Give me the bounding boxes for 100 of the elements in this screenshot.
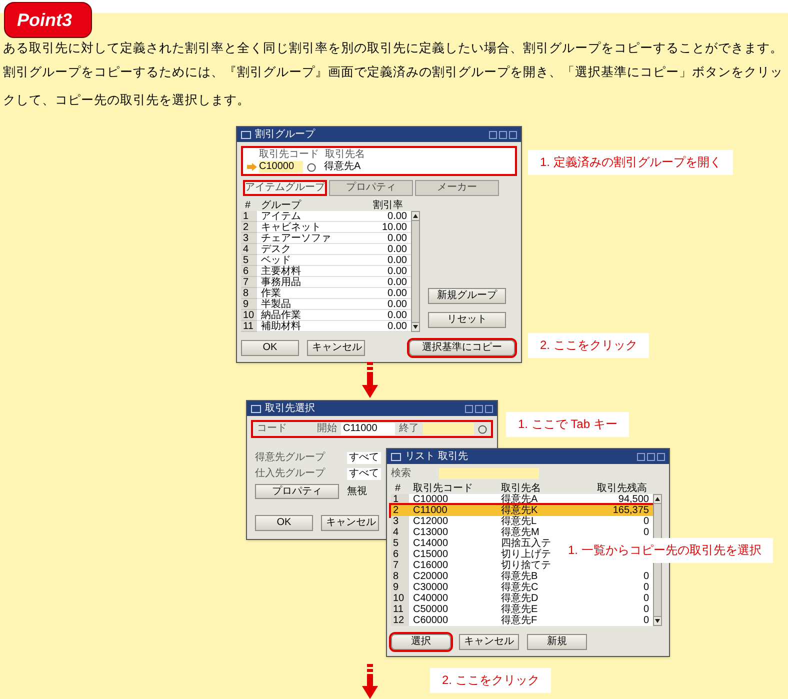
table-cell: キャビネット xyxy=(257,222,369,233)
table-cell: 0.00 xyxy=(369,266,411,277)
table-cell: 0.00 xyxy=(369,255,411,266)
field-label: 検索 xyxy=(391,468,412,479)
row-number: 4 xyxy=(241,244,257,255)
table-cell-text: C13000 xyxy=(412,527,450,538)
table-cell: 0 xyxy=(643,604,649,615)
table-cell: 半製品 xyxy=(257,299,369,310)
column-header: 取引先名 xyxy=(500,483,542,494)
row-number: 6 xyxy=(241,266,257,277)
table-cell: 得意先F xyxy=(501,615,538,626)
row-number: 1 xyxy=(241,211,257,222)
table-cell: 0 xyxy=(643,571,649,582)
field-label: コード xyxy=(257,423,288,435)
row-number: 9 xyxy=(391,582,409,593)
row-number: 4 xyxy=(391,527,409,538)
table-cell-text: C60000 xyxy=(412,615,450,626)
row-number: 2 xyxy=(392,505,400,516)
table-cell-text: C40000 xyxy=(412,593,450,604)
table-cell-text: C50000 xyxy=(412,604,450,615)
row-number: 5 xyxy=(241,255,257,266)
table-cell: 0.00 xyxy=(369,299,411,310)
row-number: 7 xyxy=(241,277,257,288)
table-cell: 0 xyxy=(643,593,649,604)
row-number: 11 xyxy=(391,604,409,615)
callout-tooltip: 1. ここで Tab キー xyxy=(506,412,630,437)
table-cell-text: C12000 xyxy=(412,516,450,527)
field-label: 取引先コード xyxy=(258,149,320,161)
table-cell-text: C20000 xyxy=(412,571,450,582)
row-number: 10 xyxy=(241,310,257,321)
field-label: 取引先名 xyxy=(325,149,365,160)
row-number: 6 xyxy=(391,549,409,560)
row-number: 8 xyxy=(391,571,409,582)
table-cell: 得意先B xyxy=(501,571,538,582)
field-label: 仕入先グループ xyxy=(255,468,326,480)
table-cell-text: C30000 xyxy=(412,582,450,593)
table-cell: 補助材料 xyxy=(257,321,369,332)
window-title: 割引グループ xyxy=(255,128,315,141)
row-number: 3 xyxy=(241,233,257,244)
table-cell: 納品作業 xyxy=(257,310,369,321)
table-cell: 切り捨てテ xyxy=(501,560,551,571)
intro-paragraph: 割引グループをコピーするためには、『割引グループ』画面で定義済みの割引グループを開き、「選択基準にコピー」ボタンをクリックして、コピー先の取引先を選択します。 xyxy=(3,64,784,109)
column-header: 割引率 xyxy=(372,200,404,211)
table-cell: 0.00 xyxy=(369,288,411,299)
table-cell: 0.00 xyxy=(369,310,411,321)
table-cell: 0 xyxy=(643,582,649,593)
row-number: 9 xyxy=(241,299,257,310)
table-cell-text: C14000 xyxy=(412,538,450,549)
field-label: 終了 xyxy=(399,423,419,435)
table-cell: 0.00 xyxy=(369,244,411,255)
table-cell: デスク xyxy=(257,244,369,255)
table-cell: 得意先L xyxy=(501,516,537,527)
table-cell: 0.00 xyxy=(369,277,411,288)
row-number: 5 xyxy=(391,538,409,549)
table-cell: 0.00 xyxy=(369,321,411,332)
table-cell: アイテム xyxy=(257,211,369,222)
table-cell: ベッド xyxy=(257,255,369,266)
table-cell: 得意先D xyxy=(501,593,538,604)
callout-tooltip: 2. ここをクリック xyxy=(528,333,650,358)
field-value: 無視 xyxy=(347,486,367,498)
table-cell: 事務用品 xyxy=(257,277,369,288)
table-cell-text: C10000 xyxy=(412,494,450,505)
table-cell: 0 xyxy=(643,615,649,626)
table-cell: 得意先M xyxy=(501,527,540,538)
row-number: 8 xyxy=(241,288,257,299)
table-cell: 切り上げテ xyxy=(501,549,551,560)
column-header: # xyxy=(394,483,402,494)
row-number: 11 xyxy=(241,321,257,332)
window-title: 取引先選択 xyxy=(265,402,315,415)
table-cell-text: C11000 xyxy=(412,505,448,516)
table-cell: 94,500 xyxy=(618,494,649,505)
table-cell-text: C16000 xyxy=(412,560,450,571)
field-label: 得意先グループ xyxy=(255,452,326,464)
table-cell: 作業 xyxy=(257,288,369,299)
table-cell: 得意先K xyxy=(501,505,538,516)
table-cell: 0.00 xyxy=(369,211,411,222)
table-cell: 主要材料 xyxy=(257,266,369,277)
table-cell-text: C15000 xyxy=(412,549,450,560)
table-cell: 10.00 xyxy=(369,222,411,233)
row-number: 7 xyxy=(391,560,409,571)
window-title: リスト 取引先 xyxy=(405,450,468,463)
row-number: 10 xyxy=(391,593,409,604)
callout-tooltip: 1. 定義済みの割引グループを開く xyxy=(528,150,734,175)
point-badge: Point3 xyxy=(4,2,92,38)
column-header: 取引先残高 xyxy=(597,483,648,494)
column-header: グループ xyxy=(260,200,302,211)
row-number: 2 xyxy=(241,222,257,233)
table-cell: 得意先C xyxy=(501,582,538,593)
table-cell: 四捨五入テ xyxy=(501,538,551,549)
table-cell: 165,375 xyxy=(612,505,649,516)
column-header: # xyxy=(244,200,252,211)
table-cell: 得意先E xyxy=(501,604,538,615)
row-number: 3 xyxy=(391,516,409,527)
field-label: 開始 xyxy=(317,423,337,435)
table-cell: 0 xyxy=(643,527,649,538)
table-cell: 0.00 xyxy=(369,233,411,244)
callout-tooltip: 2. ここをクリック xyxy=(430,668,552,693)
table-cell: 0 xyxy=(643,516,649,527)
column-header: 取引先コード xyxy=(412,483,474,494)
intro-paragraph: ある取引先に対して定義された割引率と全く同じ割引率を別の取引先に定義したい場合、割引グループをコピーすることができます。 xyxy=(3,40,784,57)
